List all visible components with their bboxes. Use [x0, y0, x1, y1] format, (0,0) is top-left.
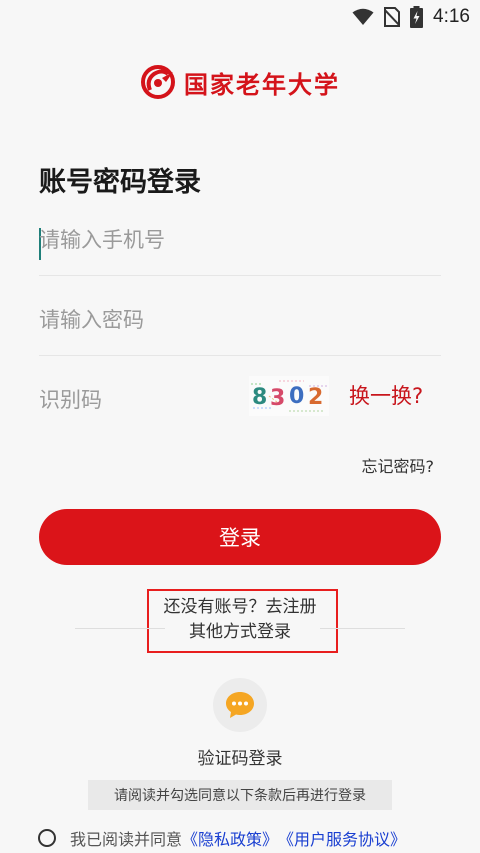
battery-charging-icon	[410, 6, 424, 28]
agreement-prefix: 我已阅读并同意	[70, 830, 183, 849]
phone-input[interactable]	[39, 220, 339, 260]
wifi-icon	[352, 8, 374, 25]
captcha-field-row: 8 3 0 2 换一换?	[39, 356, 441, 436]
sms-login-button[interactable]	[213, 678, 267, 732]
captcha-input[interactable]	[39, 380, 219, 420]
sms-login-label: 验证码登录	[197, 749, 283, 769]
status-bar: 4:16	[0, 0, 480, 34]
refresh-captcha-link[interactable]: 换一换?	[349, 380, 423, 410]
app-logo: 国家老年大学	[0, 64, 480, 100]
captcha-image[interactable]: 8 3 0 2	[249, 376, 329, 416]
page-title: 账号密码登录	[39, 167, 201, 198]
terms-of-service-link[interactable]: 《用户服务协议》	[278, 826, 406, 850]
no-sim-icon	[384, 7, 401, 27]
captcha-digit: 3	[270, 386, 285, 411]
phone-field-row	[39, 196, 441, 276]
captcha-digit: 2	[308, 385, 323, 410]
password-field-row	[39, 276, 441, 356]
chat-bubble-icon	[226, 692, 254, 718]
logo-text: 国家老年大学	[184, 70, 340, 99]
status-icons: 4:16	[352, 6, 470, 28]
login-button[interactable]: 登录	[39, 509, 441, 565]
agreement-row: 我已阅读并同意 《隐私政策》 《用户服务协议》	[38, 826, 406, 850]
register-link[interactable]: 还没有账号？去注册	[0, 592, 480, 617]
forgot-password-link[interactable]: 忘记密码?	[362, 453, 435, 477]
captcha-digit: 8	[252, 385, 267, 410]
status-time: 4:16	[433, 6, 470, 27]
privacy-policy-link[interactable]: 《隐私政策》	[182, 826, 278, 850]
university-emblem-icon	[141, 65, 175, 99]
captcha-digit: 0	[289, 384, 304, 409]
password-input[interactable]	[39, 300, 339, 340]
agreement-radio[interactable]	[38, 829, 56, 847]
other-methods-label: 其他方式登录	[189, 622, 291, 642]
agreement-tip: 请阅读并勾选同意以下条款后再进行登录	[88, 780, 392, 810]
